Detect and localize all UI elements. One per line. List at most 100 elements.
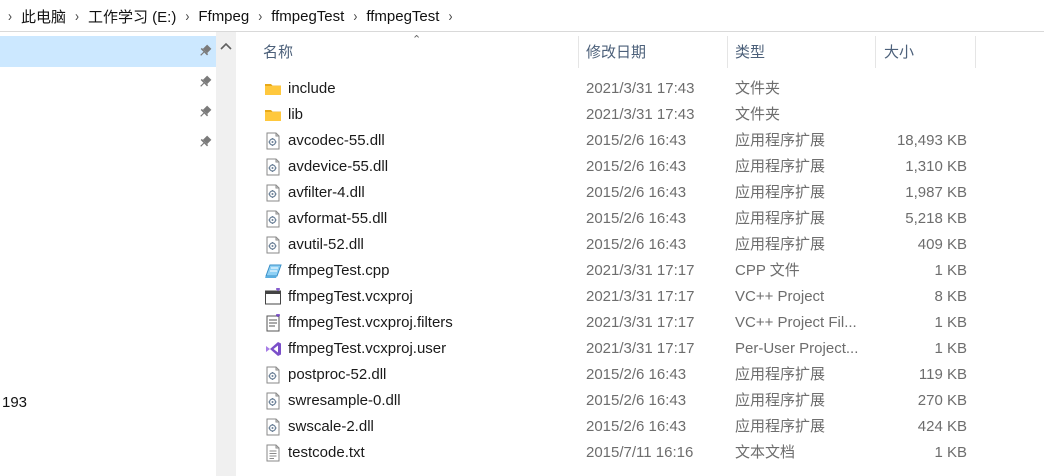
filters-file-icon	[264, 314, 282, 332]
file-row[interactable]: swscale-2.dll 2015/2/6 16:43 应用程序扩展 424 KB	[236, 414, 1044, 440]
breadcrumb-this-pc[interactable]: 此电脑	[21, 6, 66, 27]
file-name: avformat-55.dll	[288, 210, 388, 227]
vs-user-file-icon	[264, 340, 282, 358]
file-date: 2021/3/31 17:17	[586, 262, 695, 279]
file-date: 2015/2/6 16:43	[586, 184, 687, 201]
pin-icon[interactable]	[198, 44, 212, 58]
sort-ascending-icon: ⌃	[412, 34, 422, 46]
navigation-pane: 193	[0, 32, 216, 476]
file-date: 2015/7/11 16:16	[586, 444, 694, 461]
file-size: 1,310 KB	[905, 158, 967, 175]
file-row[interactable]: swresample-0.dll 2015/2/6 16:43 应用程序扩展 270 …	[236, 388, 1044, 414]
file-type: 应用程序扩展	[735, 236, 826, 253]
file-list: include 2021/3/31 17:43 文件夹 lib 2021/3/31 1…	[236, 76, 1044, 466]
dll-file-icon	[264, 418, 282, 436]
selected-quick-access-item[interactable]	[0, 36, 216, 67]
file-row[interactable]: ffmpegTest.vcxproj.user 2021/3/31 17:17 Pe…	[236, 336, 1044, 362]
chevron-right-icon[interactable]: ›	[75, 8, 79, 25]
file-row[interactable]: testcode.txt 2015/7/11 16:16 文本文档 1 KB	[236, 440, 1044, 466]
breadcrumb-ffmpegtest[interactable]: ffmpegTest	[271, 8, 344, 25]
column-divider[interactable]	[975, 36, 976, 68]
file-name: postproc-52.dll	[288, 366, 387, 383]
file-type: 应用程序扩展	[735, 392, 826, 409]
dll-file-icon	[264, 392, 282, 410]
file-size: 18,493 KB	[896, 132, 967, 149]
file-row[interactable]: ffmpegTest.cpp 2021/3/31 17:17 CPP 文件 1 KB	[236, 258, 1044, 284]
file-type: VC++ Project	[735, 288, 825, 305]
dll-file-icon	[264, 366, 282, 384]
file-name: avfilter-4.dll	[288, 184, 365, 201]
chevron-right-icon[interactable]: ›	[258, 8, 262, 25]
folder-icon	[264, 106, 282, 124]
file-name: include	[288, 80, 336, 97]
file-name: ffmpegTest.vcxproj.user	[288, 340, 447, 357]
file-date: 2015/2/6 16:43	[586, 210, 687, 227]
pin-icon[interactable]	[198, 135, 212, 149]
file-row[interactable]: avdevice-55.dll 2015/2/6 16:43 应用程序扩展 1,310…	[236, 154, 1044, 180]
file-name: ffmpegTest.vcxproj.filters	[288, 314, 453, 331]
file-date: 2015/2/6 16:43	[586, 418, 687, 435]
file-size: 424 KB	[917, 418, 967, 435]
file-type: CPP 文件	[735, 262, 800, 279]
file-size: 8 KB	[934, 288, 967, 305]
dll-file-icon	[264, 184, 282, 202]
file-size: 1 KB	[934, 340, 967, 357]
column-divider[interactable]	[875, 36, 876, 68]
file-date: 2021/3/31 17:43	[586, 80, 695, 97]
file-name: ffmpegTest.cpp	[288, 262, 390, 279]
breadcrumb-drive-e[interactable]: 工作学习 (E:)	[88, 6, 176, 27]
pin-icon[interactable]	[198, 105, 212, 119]
breadcrumb-ffmpeg[interactable]: Ffmpeg	[198, 8, 249, 25]
breadcrumb-ffmpegtest-current[interactable]: ffmpegTest	[366, 8, 439, 25]
scroll-up-arrow-icon[interactable]	[219, 41, 233, 51]
file-size: 119 KB	[918, 366, 967, 383]
nav-item-label[interactable]: 193	[2, 394, 27, 411]
file-row[interactable]: lib 2021/3/31 17:43 文件夹	[236, 102, 1044, 128]
file-row[interactable]: avfilter-4.dll 2015/2/6 16:43 应用程序扩展 1,987 …	[236, 180, 1044, 206]
file-date: 2021/3/31 17:17	[586, 340, 695, 357]
file-size	[826, 76, 967, 102]
column-date[interactable]: 修改日期	[586, 32, 646, 72]
file-type: 文件夹	[735, 80, 781, 97]
cpp-file-icon	[264, 262, 282, 280]
dll-file-icon	[264, 158, 282, 176]
file-row[interactable]: avutil-52.dll 2015/2/6 16:43 应用程序扩展 409 KB	[236, 232, 1044, 258]
file-row[interactable]: avcodec-55.dll 2015/2/6 16:43 应用程序扩展 18,493…	[236, 128, 1044, 154]
column-divider[interactable]	[578, 36, 579, 68]
chevron-right-icon[interactable]: ›	[185, 8, 189, 25]
file-date: 2015/2/6 16:43	[586, 158, 687, 175]
dll-file-icon	[264, 132, 282, 150]
file-name: avdevice-55.dll	[288, 158, 389, 175]
file-date: 2015/2/6 16:43	[586, 132, 687, 149]
file-type: 应用程序扩展	[735, 418, 826, 435]
pin-icon[interactable]	[198, 75, 212, 89]
file-date: 2021/3/31 17:17	[586, 288, 695, 305]
vcxproj-file-icon	[264, 288, 282, 306]
chevron-right-icon[interactable]: ›	[8, 8, 12, 25]
file-size: 270 KB	[917, 392, 967, 409]
file-size: 409 KB	[917, 236, 967, 253]
file-row[interactable]: include 2021/3/31 17:43 文件夹	[236, 76, 1044, 102]
file-type: 文本文档	[735, 444, 796, 461]
nav-scrollbar[interactable]	[216, 32, 236, 476]
column-name[interactable]: 名称	[263, 32, 293, 72]
text-file-icon	[264, 444, 282, 462]
chevron-right-icon[interactable]: ›	[353, 8, 357, 25]
file-row[interactable]: ffmpegTest.vcxproj.filters 2021/3/31 17:1…	[236, 310, 1044, 336]
file-name: swresample-0.dll	[288, 392, 401, 409]
chevron-right-icon[interactable]: ›	[448, 8, 452, 25]
file-name: avutil-52.dll	[288, 236, 364, 253]
column-divider[interactable]	[727, 36, 728, 68]
file-type: 应用程序扩展	[735, 132, 826, 149]
column-size[interactable]: 大小	[884, 32, 914, 72]
address-bar[interactable]: › 此电脑 › 工作学习 (E:) › Ffmpeg › ffmpegTest …	[0, 0, 1044, 32]
file-size: 5,218 KB	[905, 210, 967, 227]
column-type[interactable]: 类型	[735, 32, 765, 72]
file-row[interactable]: avformat-55.dll 2015/2/6 16:43 应用程序扩展 5,218…	[236, 206, 1044, 232]
file-row[interactable]: postproc-52.dll 2015/2/6 16:43 应用程序扩展 119 K…	[236, 362, 1044, 388]
file-name: swscale-2.dll	[288, 418, 374, 435]
file-size: 1 KB	[934, 314, 967, 331]
file-row[interactable]: ffmpegTest.vcxproj 2021/3/31 17:17 VC++ Pr…	[236, 284, 1044, 310]
file-name: avcodec-55.dll	[288, 132, 385, 149]
file-name: lib	[288, 106, 304, 123]
